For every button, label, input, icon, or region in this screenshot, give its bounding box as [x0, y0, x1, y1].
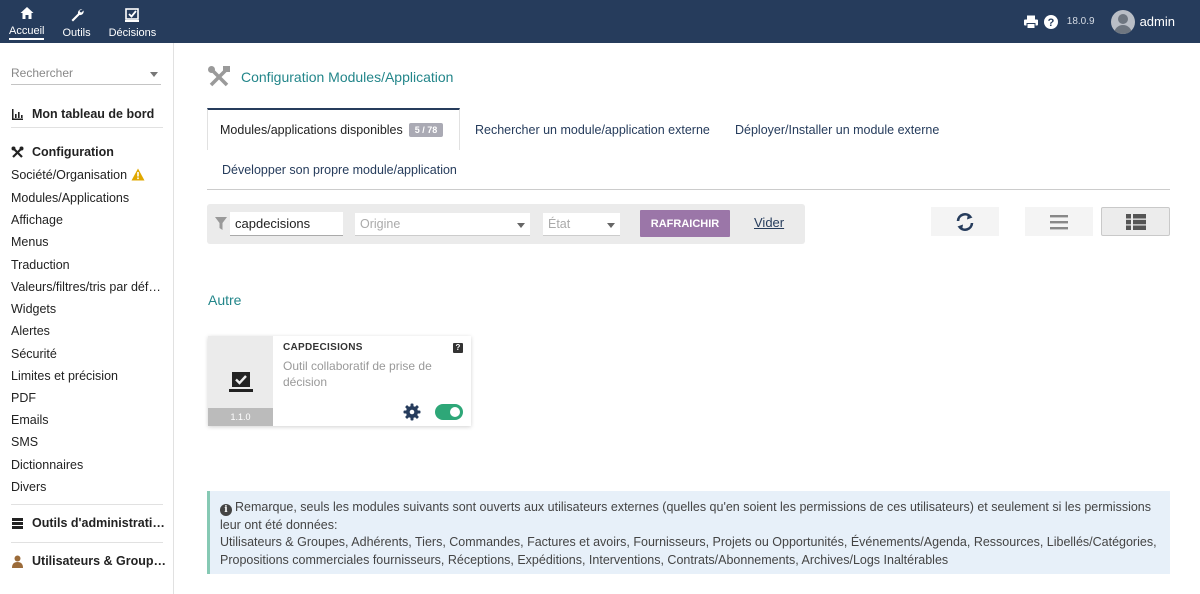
sidebar-item-misc[interactable]: Divers	[11, 480, 46, 494]
wrench-icon	[71, 8, 84, 21]
reload-button[interactable]	[931, 207, 999, 236]
user-icon	[12, 555, 23, 568]
nav-decisions-label: Décisions	[108, 26, 157, 39]
module-version: 1.1.0	[208, 408, 273, 426]
module-help-icon[interactable]: ?	[453, 343, 463, 353]
sidebar: Rechercher Mon tableau de bord Configura…	[0, 43, 174, 594]
tab-deploy-external[interactable]: Déployer/Installer un module externe	[735, 123, 939, 137]
module-logo-area: 1.1.0	[208, 336, 273, 426]
check-box-icon	[125, 7, 140, 22]
sidebar-item-alerts[interactable]: Alertes	[11, 324, 50, 338]
tools-icon	[208, 66, 230, 87]
tab-develop-module[interactable]: Développer son propre module/application	[222, 163, 457, 177]
sidebar-item-pdf[interactable]: PDF	[11, 391, 36, 405]
page-header: Configuration Modules/Application	[207, 65, 453, 89]
menu-configuration[interactable]: Configuration	[11, 145, 114, 159]
origin-placeholder: Origine	[360, 217, 401, 231]
warning-icon	[131, 168, 145, 181]
clear-filter-link[interactable]: Vider	[754, 215, 784, 230]
top-nav: Accueil Outils Décisions	[0, 0, 165, 43]
grid-list-icon	[1125, 213, 1146, 230]
avatar[interactable]	[1110, 9, 1135, 34]
count-badge: 5 / 78	[408, 123, 444, 137]
module-group-title: Autre	[208, 292, 242, 308]
module-name: CAPDECISIONS	[283, 342, 363, 353]
refresh-button[interactable]: RAFRAICHIR	[640, 210, 730, 237]
divider	[11, 504, 163, 505]
page-title: Configuration Modules/Application	[241, 69, 454, 85]
menu-admin-tools-label: Outils d'administrati…	[32, 516, 165, 530]
list-icon	[1050, 214, 1068, 229]
sidebar-item-label: Société/Organisation	[11, 168, 128, 182]
server-icon	[12, 517, 23, 529]
menu-users-groups-label: Utilisateurs & Group…	[32, 554, 167, 568]
keyword-filter-input[interactable]: capdecisions	[230, 212, 343, 236]
sidebar-item-limits[interactable]: Limites et précision	[11, 369, 118, 383]
sidebar-item-menus[interactable]: Menus	[11, 235, 49, 249]
chevron-down-icon	[607, 223, 615, 228]
tab-search-external[interactable]: Rechercher un module/application externe	[475, 123, 710, 137]
sidebar-item-translation[interactable]: Traduction	[11, 258, 70, 272]
nav-tools[interactable]: Outils	[53, 0, 99, 43]
sidebar-item-security[interactable]: Sécurité	[11, 347, 57, 361]
filter-icon	[215, 217, 227, 230]
user-name[interactable]: admin	[1140, 14, 1175, 29]
menu-users-groups[interactable]: Utilisateurs & Group…	[11, 554, 166, 568]
tab-available-modules[interactable]: Modules/applications disponibles 5 / 78	[207, 108, 460, 150]
menu-dashboard-label: Mon tableau de bord	[32, 107, 155, 121]
notice-text: Remarque, seuls les modules suivants son…	[220, 500, 1152, 532]
external-users-notice: i Remarque, seuls les modules suivants so…	[207, 491, 1170, 574]
sidebar-item-modules[interactable]: Modules/Applications	[11, 191, 129, 205]
info-icon: i	[220, 504, 232, 516]
nav-home[interactable]: Accueil	[0, 0, 53, 43]
bar-chart-icon	[12, 108, 23, 120]
print-icon[interactable]	[1023, 14, 1039, 30]
sidebar-item-dictionaries[interactable]: Dictionnaires	[11, 458, 83, 472]
nav-decisions[interactable]: Décisions	[100, 0, 166, 43]
list-view-button[interactable]	[1025, 207, 1093, 236]
grid-view-button[interactable]	[1101, 207, 1170, 236]
state-placeholder: État	[548, 217, 571, 231]
menu-admin-tools[interactable]: Outils d'administrati…	[11, 516, 165, 530]
module-description: Outil collaboratif de prise de décision	[283, 359, 432, 389]
sidebar-item-company[interactable]: Société/Organisation	[11, 168, 145, 182]
home-icon	[20, 7, 34, 19]
origin-select[interactable]: Origine	[355, 213, 530, 236]
module-enable-toggle[interactable]	[435, 404, 463, 420]
chevron-down-icon	[517, 223, 525, 228]
tools-icon	[11, 146, 24, 158]
module-card: 1.1.0 CAPDECISIONS ? Outil collaboratif …	[208, 336, 471, 426]
top-bar: Accueil Outils Décisions ? 18.0.9 admin	[0, 0, 1200, 43]
help-icon[interactable]: ?	[1043, 14, 1059, 30]
svg-text:?: ?	[1047, 17, 1054, 29]
tab-available-label: Modules/applications disponibles	[220, 123, 403, 137]
divider	[11, 127, 163, 128]
chevron-down-icon	[150, 72, 158, 77]
sidebar-item-defaults[interactable]: Valeurs/filtres/tris par déf…	[11, 280, 161, 294]
gear-icon[interactable]	[403, 403, 421, 421]
state-select[interactable]: État	[543, 213, 620, 236]
sidebar-item-sms[interactable]: SMS	[11, 435, 38, 449]
menu-dashboard[interactable]: Mon tableau de bord	[11, 107, 154, 121]
notice-module-list: Utilisateurs & Groupes, Adhérents, Tiers…	[220, 535, 1157, 567]
divider	[11, 542, 163, 543]
version-label: 18.0.9	[1066, 16, 1095, 27]
top-right-tools: ? 18.0.9 admin	[1023, 0, 1200, 43]
menu-configuration-label: Configuration	[32, 145, 114, 159]
sidebar-item-display[interactable]: Affichage	[11, 213, 63, 227]
nav-home-label: Accueil	[9, 25, 45, 40]
sidebar-item-emails[interactable]: Emails	[11, 413, 49, 427]
filter-bar: capdecisions Origine État RAFRAICHIR Vid…	[207, 204, 805, 244]
search-placeholder: Rechercher	[11, 66, 74, 80]
sidebar-item-widgets[interactable]: Widgets	[11, 302, 56, 316]
check-box-icon	[229, 372, 253, 392]
nav-tools-label: Outils	[62, 26, 91, 39]
sidebar-search-input[interactable]: Rechercher	[11, 65, 161, 85]
tab-bar: Modules/applications disponibles 5 / 78 R…	[207, 108, 1170, 190]
refresh-icon	[956, 212, 974, 231]
